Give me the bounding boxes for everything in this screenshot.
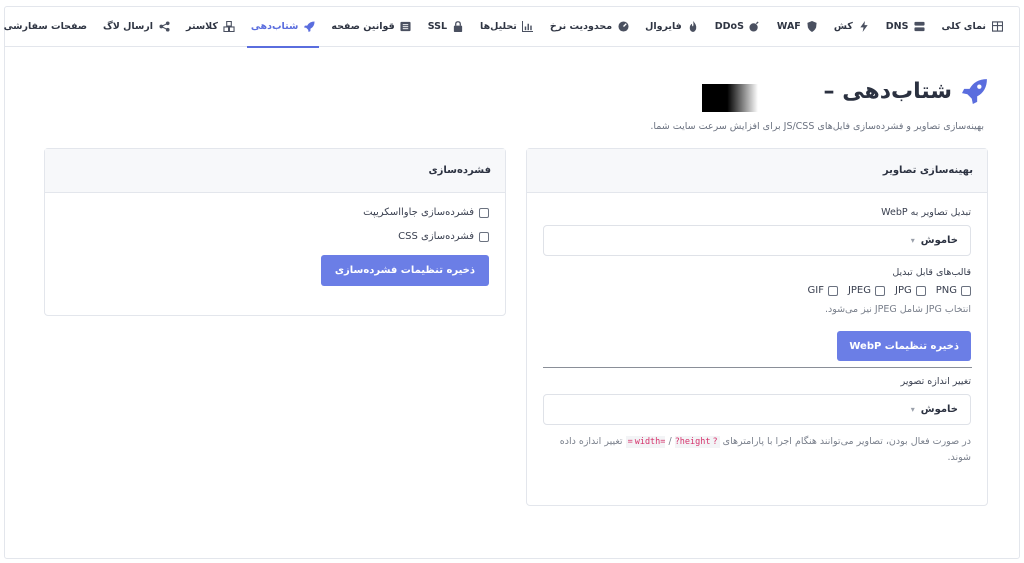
tab-label: DDoS xyxy=(714,21,744,32)
bolt-icon xyxy=(858,21,870,33)
card-title: فشرده‌سازی xyxy=(45,149,505,193)
checkbox-box[interactable] xyxy=(827,285,838,296)
webp-label: تبدیل تصاویر به WebP xyxy=(881,207,971,218)
tab-label: محدودیت نرخ xyxy=(549,21,613,32)
select-value: خاموش xyxy=(920,235,958,246)
tab-label: صفحات سفارشی xyxy=(3,21,88,32)
minify-css-checkbox[interactable]: فشرده‌سازی CSS xyxy=(61,231,489,242)
page-header: شتاب‌دهی – xyxy=(824,78,988,104)
format-gif-checkbox[interactable]: GIF xyxy=(808,285,838,296)
format-label: JPEG xyxy=(847,285,871,296)
table-icon xyxy=(991,21,1003,33)
tab-overview[interactable]: نمای کلی xyxy=(933,7,1011,47)
checkbox-box[interactable] xyxy=(875,285,885,296)
tab-cache[interactable]: کش xyxy=(826,7,878,47)
tab-cluster[interactable]: کلاستر xyxy=(178,7,243,47)
tab-label: DNS xyxy=(885,21,909,32)
format-label: JPG xyxy=(895,285,912,296)
divider xyxy=(543,367,972,369)
tab-rate-limit[interactable]: محدودیت نرخ xyxy=(542,7,637,47)
tab-custom-pages[interactable]: صفحات سفارشی xyxy=(0,7,95,47)
checkbox-box[interactable] xyxy=(961,285,971,296)
tab-label: قوانین صفحه xyxy=(331,21,395,32)
checkbox-label: فشرده‌سازی CSS xyxy=(398,231,474,242)
checkbox-label: فشرده‌سازی جاوااسکریپت xyxy=(363,207,474,218)
tab-label: شتاب‌دهی xyxy=(250,21,299,32)
tab-dns[interactable]: DNS xyxy=(878,7,934,47)
minification-card: فشرده‌سازی فشرده‌سازی جاوااسکریپت فشرده‌… xyxy=(44,148,506,316)
chevron-down-icon: ▾ xyxy=(910,405,915,415)
save-minify-button[interactable]: ذخیره تنظیمات فشرده‌سازی xyxy=(320,255,489,286)
checkbox-box[interactable] xyxy=(479,207,489,218)
lock-icon xyxy=(452,21,464,33)
redacted-domain xyxy=(702,84,758,112)
minify-js-checkbox[interactable]: فشرده‌سازی جاوااسکریپت xyxy=(61,207,489,218)
tab-label: تحلیل‌ها xyxy=(480,21,517,32)
webp-select[interactable]: خاموش ▾ xyxy=(543,225,971,256)
format-png-checkbox[interactable]: PNG xyxy=(936,285,971,296)
fire-icon xyxy=(687,21,699,33)
formats-label: قالب‌های قابل تبدیل xyxy=(892,267,971,278)
tab-label: کش xyxy=(833,21,853,32)
tab-ssl[interactable]: SSL xyxy=(420,7,472,47)
chevron-down-icon: ▾ xyxy=(910,236,915,245)
save-webp-button[interactable]: ذخیره تنظیمات WebP xyxy=(837,331,971,362)
resize-hint-text: در صورت فعال بودن، تصاویر می‌توانند هنگا… xyxy=(722,436,971,448)
cubes-icon xyxy=(223,21,235,33)
shield-icon xyxy=(806,21,818,33)
formats-hint: انتخاب JPG شامل JPEG نیز می‌شود. xyxy=(824,304,971,315)
list-icon xyxy=(400,21,412,33)
resize-select[interactable]: خاموش ▾ xyxy=(543,394,971,426)
resize-label: تغییر اندازه تصویر xyxy=(900,376,971,388)
format-label: PNG xyxy=(935,285,957,296)
tab-acceleration[interactable]: شتاب‌دهی xyxy=(243,7,323,48)
rocket-icon xyxy=(303,21,315,33)
image-optimization-card: بهینه‌سازی تصاویر تبدیل تصاویر به WebP خ… xyxy=(526,148,988,506)
tab-label: WAF xyxy=(776,21,801,32)
resize-hint: در صورت فعال بودن، تصاویر می‌توانند هنگا… xyxy=(543,434,971,465)
bomb-icon xyxy=(749,21,761,33)
checkbox-box[interactable] xyxy=(915,285,926,296)
tab-label: کلاستر xyxy=(186,21,218,32)
format-jpeg-checkbox[interactable]: JPEG xyxy=(848,285,885,296)
tab-bar: نمای کلی DNS کش WAF DDoS فایروال محدودیت… xyxy=(4,7,1019,48)
page-subtitle: بهینه‌سازی تصاویر و فشرده‌سازی فایل‌های … xyxy=(650,121,984,132)
tab-page-rules[interactable]: قوانین صفحه xyxy=(323,7,419,47)
formats-group: PNG JPG JPEG GIF xyxy=(543,285,971,296)
tab-label: نمای کلی xyxy=(941,21,986,32)
rocket-icon xyxy=(962,78,988,104)
tab-waf[interactable]: WAF xyxy=(769,7,826,47)
share-icon xyxy=(158,21,170,33)
tab-label: فایروال xyxy=(645,21,682,32)
param-separator: / xyxy=(668,436,672,448)
tab-log-push[interactable]: ارسال لاگ xyxy=(95,7,178,47)
tab-label: SSL xyxy=(427,21,448,32)
checkbox-box[interactable] xyxy=(479,231,489,242)
format-jpg-checkbox[interactable]: JPG xyxy=(895,285,926,296)
chart-icon xyxy=(522,21,534,33)
tab-label: ارسال لاگ xyxy=(103,21,154,32)
gauge-icon xyxy=(617,21,629,33)
card-title: بهینه‌سازی تصاویر xyxy=(527,149,987,193)
tab-analytics[interactable]: تحلیل‌ها xyxy=(472,7,542,47)
tab-ddos[interactable]: DDoS xyxy=(707,7,769,47)
tab-firewall[interactable]: فایروال xyxy=(637,7,707,47)
select-value: خاموش xyxy=(920,404,958,416)
server-icon xyxy=(913,21,925,33)
format-label: GIF xyxy=(807,285,824,296)
page-title: شتاب‌دهی – xyxy=(823,78,952,104)
